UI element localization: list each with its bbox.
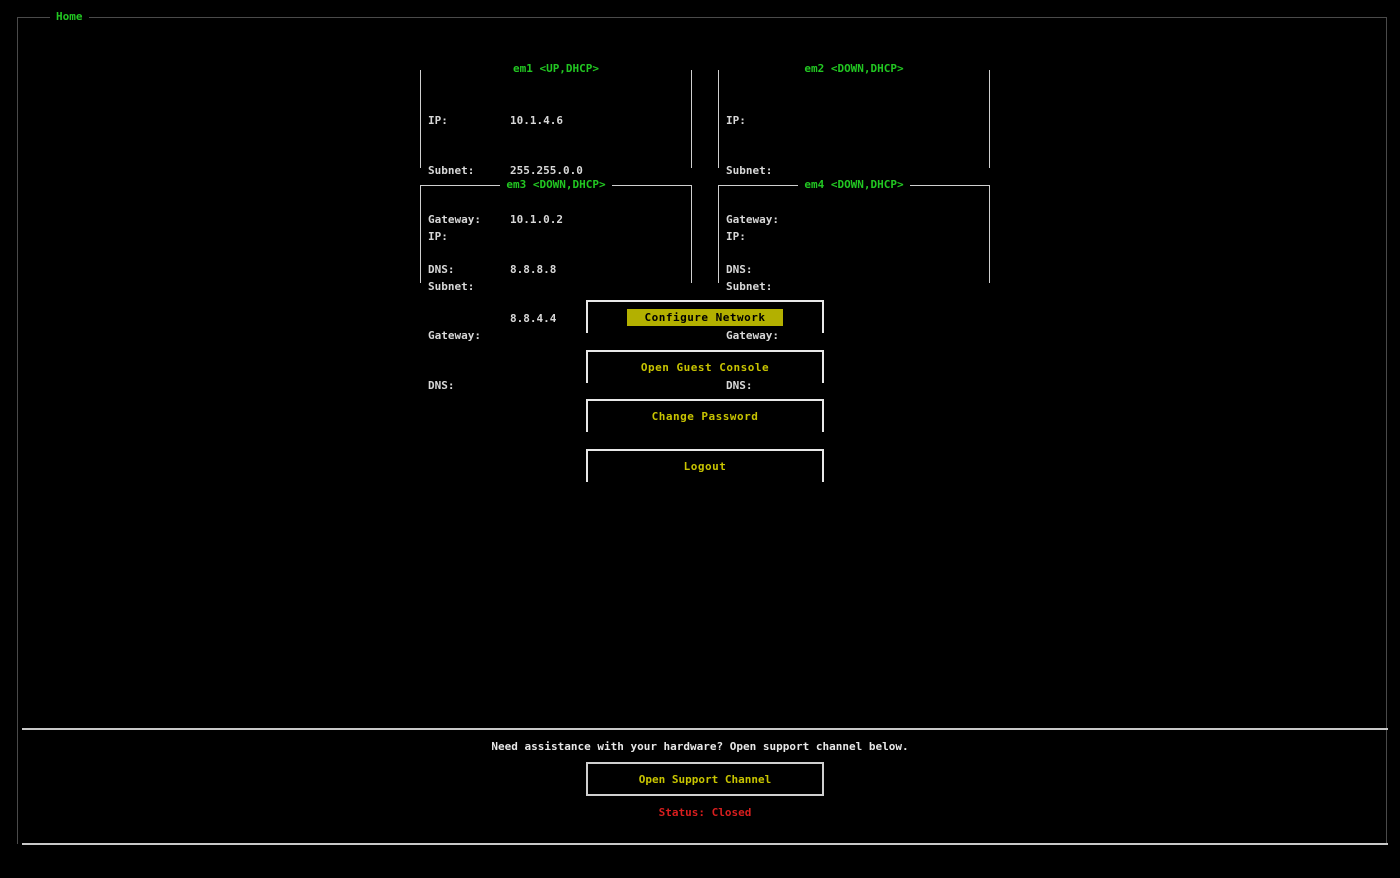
subnet-label: Subnet:	[726, 163, 773, 177]
logout-button[interactable]: Logout	[586, 449, 824, 482]
interface-panel-em3: em3 <DOWN,DHCP> IP: Subnet: Gateway: DNS…	[420, 178, 692, 392]
open-support-channel-button[interactable]: Open Support Channel	[586, 762, 824, 796]
logout-label: Logout	[683, 460, 727, 473]
open-guest-console-button[interactable]: Open Guest Console	[586, 350, 824, 383]
ip-label: IP:	[428, 230, 448, 243]
ip-value: 10.1.4.6	[510, 114, 563, 127]
subnet-label: Subnet:	[726, 279, 773, 293]
interface-panel-em4: em4 <DOWN,DHCP> IP: Subnet: Gateway: DNS…	[718, 178, 990, 392]
interface-panel-em2: em2 <DOWN,DHCP> IP: Subnet: Gateway: DNS…	[718, 62, 990, 276]
subnet-value: 255.255.0.0	[510, 163, 583, 177]
open-guest-console-label: Open Guest Console	[640, 361, 770, 374]
support-status: Status: Closed	[658, 806, 752, 819]
open-support-channel-label: Open Support Channel	[638, 772, 772, 786]
interface-title: em2 <DOWN,DHCP>	[798, 62, 910, 75]
interface-title: em1 <UP,DHCP>	[506, 62, 606, 75]
interface-title: em4 <DOWN,DHCP>	[798, 178, 910, 191]
configure-network-label: Configure Network	[627, 309, 783, 326]
ip-label: IP:	[428, 114, 448, 127]
ip-label: IP:	[726, 230, 746, 243]
subnet-label: Subnet:	[428, 163, 475, 177]
dns-label: DNS:	[428, 378, 455, 392]
interface-panel-em1: em1 <UP,DHCP> IP: 10.1.4.6 Subnet: 255.255…	[420, 62, 692, 325]
change-password-label: Change Password	[651, 410, 759, 423]
change-password-button[interactable]: Change Password	[586, 399, 824, 432]
subnet-label: Subnet:	[428, 279, 475, 293]
interface-title: em3 <DOWN,DHCP>	[500, 178, 612, 191]
gateway-label: Gateway:	[428, 329, 481, 342]
configure-network-button[interactable]: Configure Network	[586, 300, 824, 333]
support-divider-bottom	[22, 843, 1388, 845]
ip-label: IP:	[726, 114, 746, 127]
terminal-screen: Home em1 <UP,DHCP> IP: 10.1.4.6 Subnet: 25…	[0, 0, 1400, 878]
window-title: Home	[50, 11, 89, 23]
support-message: Need assistance with your hardware? Open…	[491, 740, 909, 753]
support-divider-top	[22, 728, 1388, 730]
dns-secondary-value: 8.8.4.4	[510, 312, 557, 325]
